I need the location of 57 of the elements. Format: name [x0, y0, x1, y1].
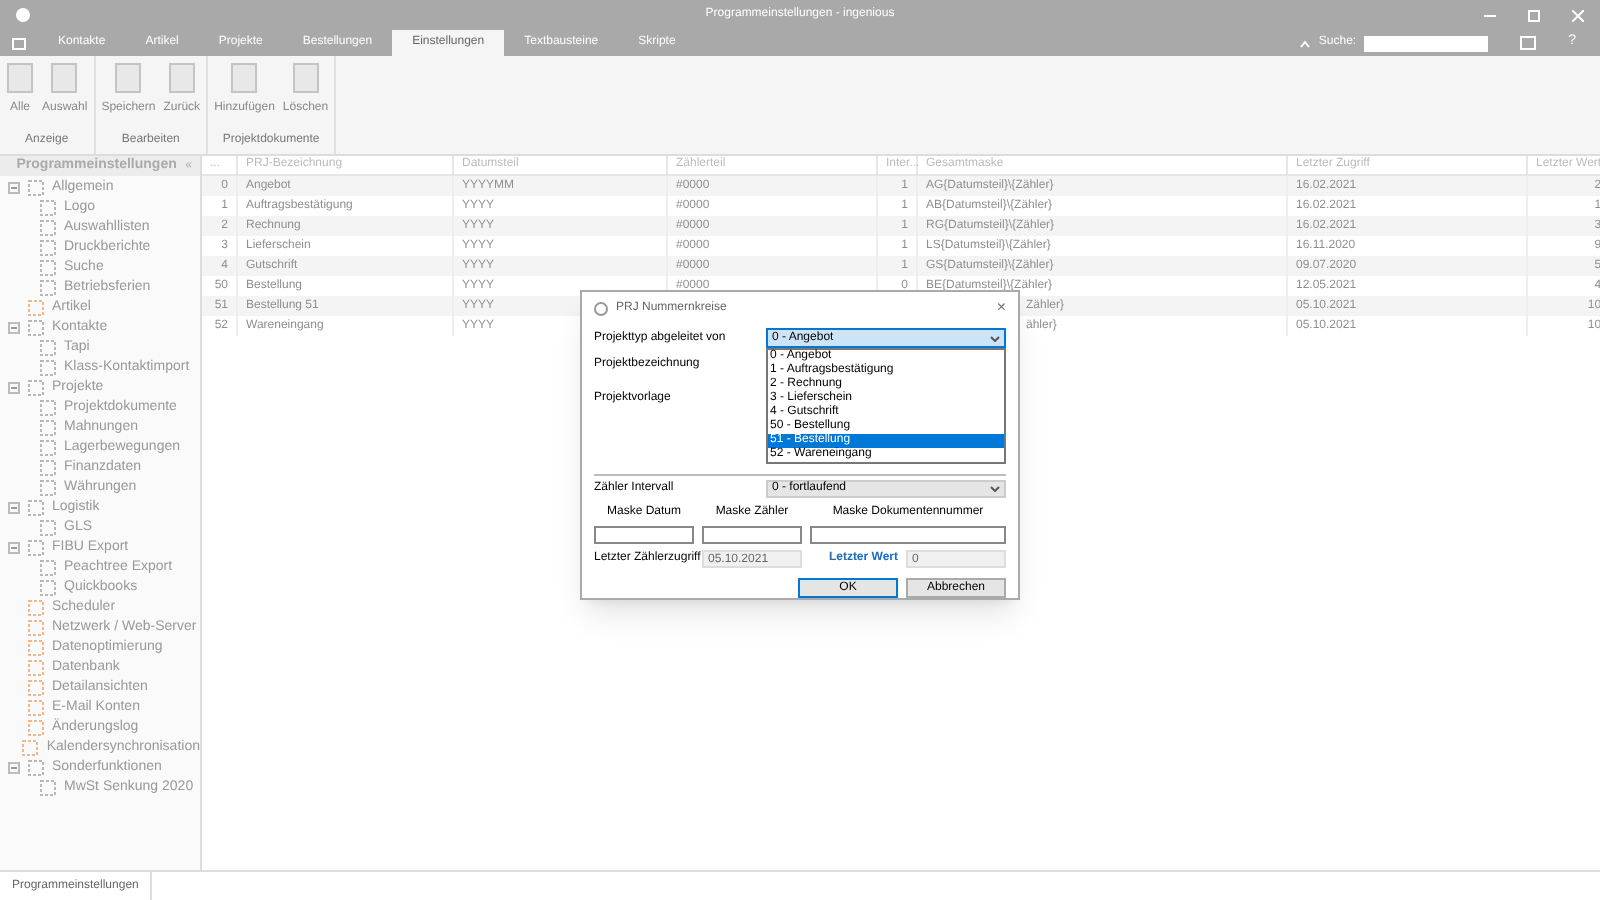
tree-node-icon	[40, 280, 56, 296]
tree-node-icon	[28, 660, 44, 676]
input-field[interactable]	[810, 526, 1006, 544]
tree-node-icon	[40, 580, 56, 596]
input-field[interactable]	[702, 526, 802, 544]
collapse-toggle-icon[interactable]	[8, 542, 20, 554]
tree-node-icon	[40, 360, 56, 376]
tree-node-icon	[22, 740, 39, 756]
maximize-icon[interactable]	[1528, 9, 1540, 21]
tree-node-icon	[40, 260, 56, 276]
app-logo-icon	[16, 8, 30, 22]
tree-node-icon	[40, 780, 56, 796]
collapse-toggle-icon[interactable]	[8, 502, 20, 514]
chevron-icon	[990, 335, 1000, 341]
collapse-toggle-icon[interactable]	[8, 182, 20, 194]
tree-node-icon	[28, 600, 44, 616]
tree-node-icon	[40, 400, 56, 416]
tree-node-icon	[40, 240, 56, 256]
tree-node-icon	[40, 520, 56, 536]
tree-node-icon	[28, 320, 44, 336]
input-field[interactable]	[594, 526, 694, 544]
tree-node-icon	[40, 480, 56, 496]
tree-node-icon	[28, 680, 44, 696]
tree-node-icon	[28, 500, 44, 516]
document-icon	[230, 62, 259, 94]
info-icon	[594, 301, 608, 315]
tree-node-icon	[28, 720, 44, 736]
tree-node-icon	[28, 540, 44, 556]
app-menu-icon[interactable]	[12, 38, 26, 50]
tree-node-icon	[40, 340, 56, 356]
close-button[interactable]: ×	[996, 296, 1006, 320]
minimize-icon[interactable]	[1484, 9, 1496, 21]
collapse-toggle-icon[interactable]	[8, 762, 20, 774]
collapse-toggle-icon[interactable]	[8, 322, 20, 334]
tree-node-icon	[28, 760, 44, 776]
caret-icon[interactable]	[1300, 39, 1311, 47]
tree-node-icon	[28, 700, 44, 716]
tree-node-icon	[40, 200, 56, 216]
document-icon	[291, 62, 320, 94]
close-icon[interactable]	[1572, 9, 1584, 21]
tree-node-icon	[28, 620, 44, 636]
document-icon	[114, 62, 143, 94]
tree-node-icon	[28, 180, 44, 196]
tree-node-icon	[28, 300, 44, 316]
tree-node-icon	[40, 460, 56, 476]
document-icon	[50, 62, 79, 94]
collapse-toggle-icon[interactable]	[8, 382, 20, 394]
document-icon	[167, 62, 196, 94]
tree-node-icon	[28, 640, 44, 656]
tree-node-icon	[40, 420, 56, 436]
tree-node-icon	[40, 440, 56, 456]
document-icon	[6, 62, 34, 94]
tree-node-icon	[40, 560, 56, 576]
tree-node-icon	[40, 220, 56, 236]
search-field[interactable]	[1364, 35, 1489, 51]
tree-node-icon	[28, 380, 44, 396]
chevron-icon	[990, 486, 1000, 492]
